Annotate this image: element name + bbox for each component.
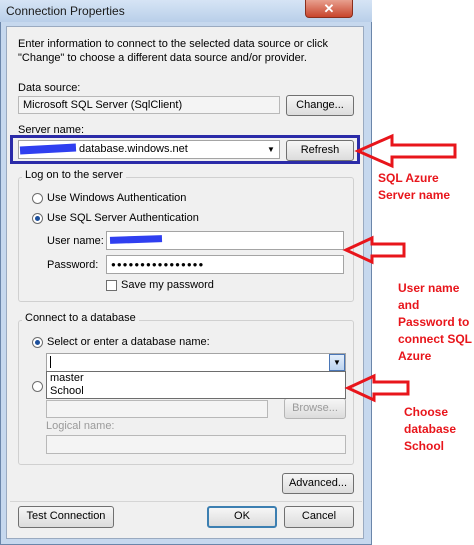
annotation-credentials: User name and Password to connect SQL Az… — [398, 281, 472, 363]
annotation-database: Choose database School — [404, 405, 457, 453]
arrow-database — [344, 373, 410, 403]
annotation-server: SQL Azure Server name — [378, 171, 451, 202]
arrow-server — [354, 133, 457, 169]
annotation-arrows — [342, 133, 457, 403]
arrow-credentials — [342, 235, 406, 265]
